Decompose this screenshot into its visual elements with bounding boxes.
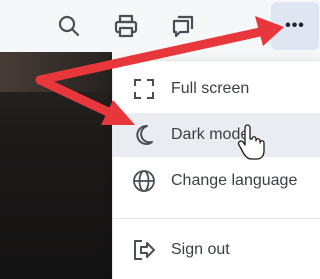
menu-item-label: Sign out [171, 241, 230, 258]
globe-icon [131, 168, 157, 194]
top-toolbar: ••• [0, 0, 320, 52]
more-button[interactable]: ••• [271, 2, 319, 50]
menu-item-full-screen[interactable]: Full screen [113, 67, 320, 111]
more-menu: Full screen Dark mode Change language Si… [112, 60, 320, 279]
menu-item-sign-out[interactable]: Sign out [113, 228, 320, 272]
more-icon: ••• [285, 17, 305, 34]
fullscreen-icon [131, 76, 157, 102]
menu-divider [113, 218, 320, 219]
sign-out-icon [131, 237, 157, 263]
menu-item-change-language[interactable]: Change language [113, 159, 320, 203]
moon-icon [131, 122, 157, 148]
search-icon[interactable] [51, 8, 87, 44]
menu-item-dark-mode[interactable]: Dark mode [113, 113, 320, 157]
menu-item-label: Full screen [171, 80, 250, 97]
menu-item-label: Change language [171, 172, 298, 189]
menu-item-label: Dark mode [171, 126, 250, 143]
background-content [0, 52, 112, 279]
print-icon[interactable] [108, 8, 144, 44]
comment-icon[interactable] [165, 8, 201, 44]
